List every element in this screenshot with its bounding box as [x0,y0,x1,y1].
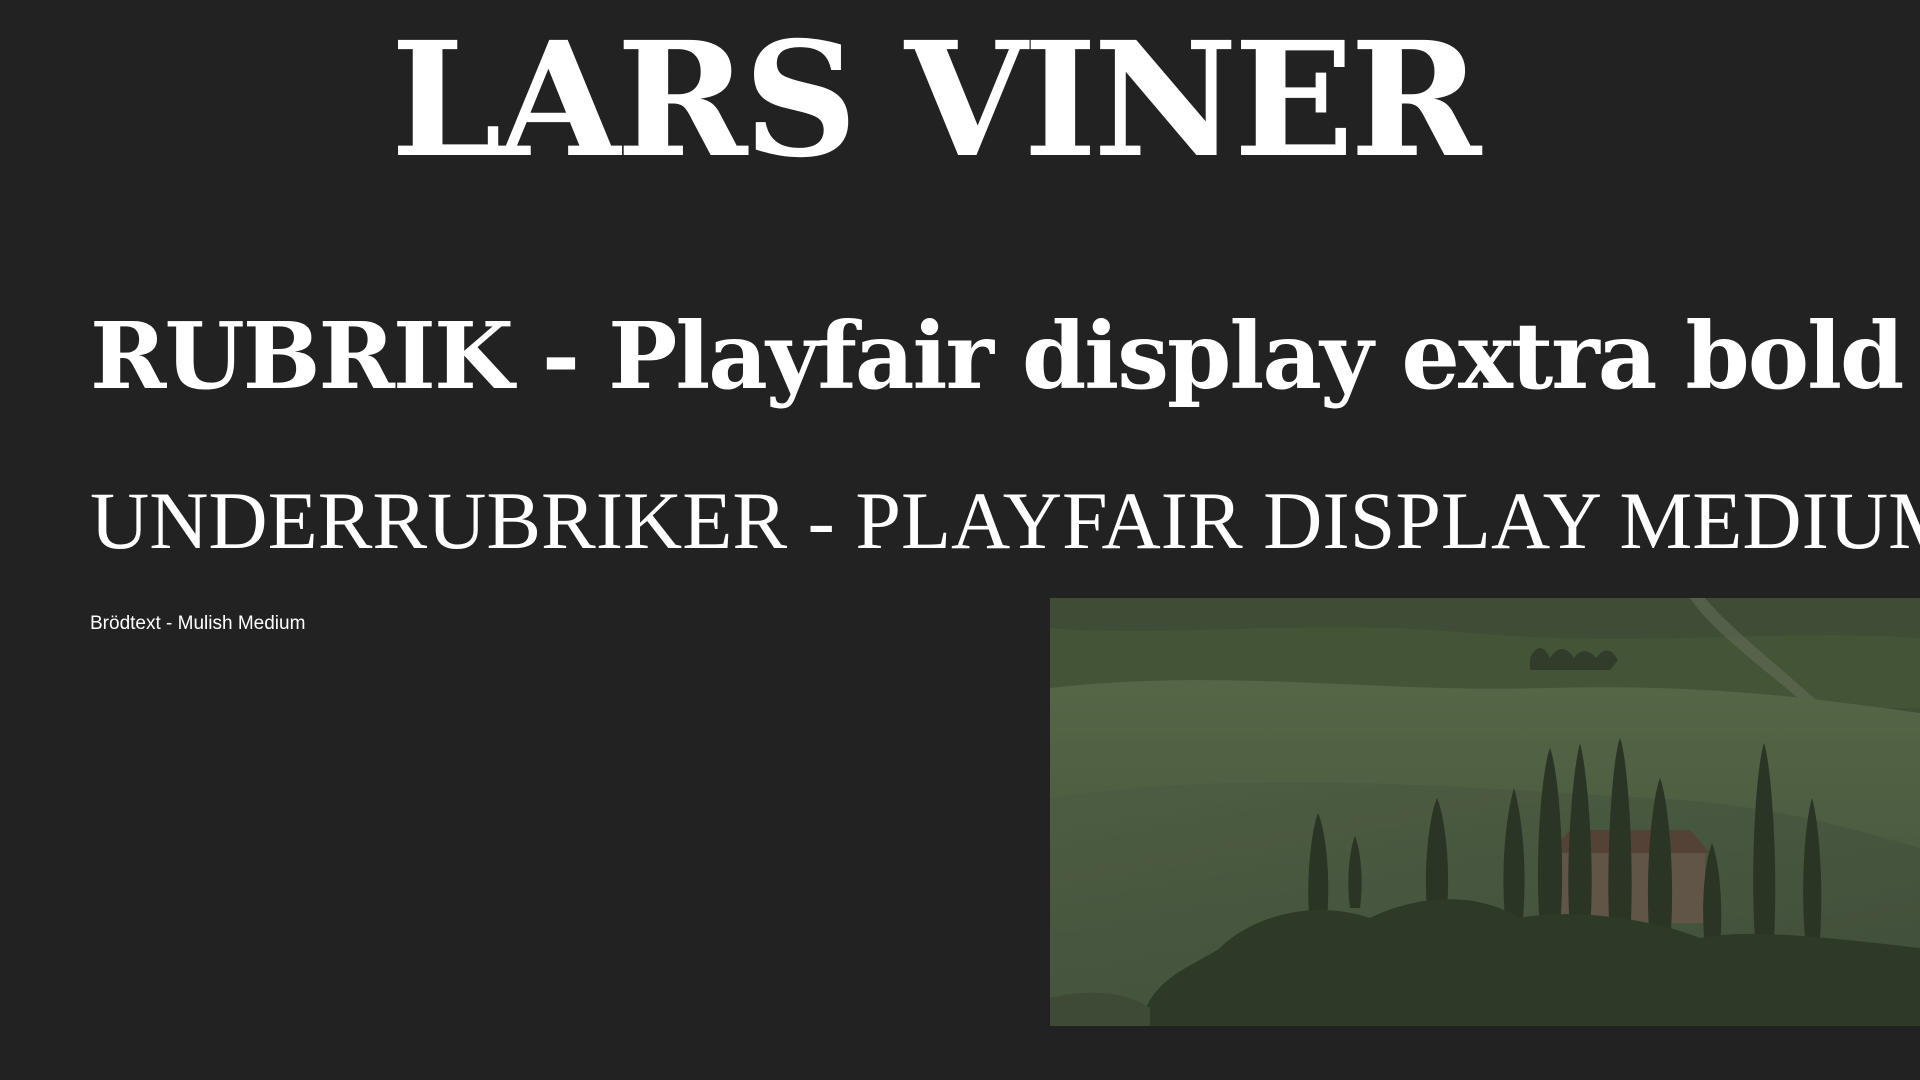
landscape-illustration [1050,598,1920,1026]
body-font-sample: Brödtext - Mulish Medium [90,613,306,634]
heading-font-sample: RUBRIK - Playfair display extra bold [90,302,1904,410]
typography-sheet: LARS VINER RUBRIK - Playfair display ext… [0,0,1920,1080]
image-dim-overlay [1050,598,1920,1026]
landscape-image [1050,598,1920,1026]
subheading-font-sample: UNDERRUBRIKER - PLAYFAIR DISPLAY MEDIUM [90,475,1920,566]
brand-title: LARS VINER [390,8,1482,193]
